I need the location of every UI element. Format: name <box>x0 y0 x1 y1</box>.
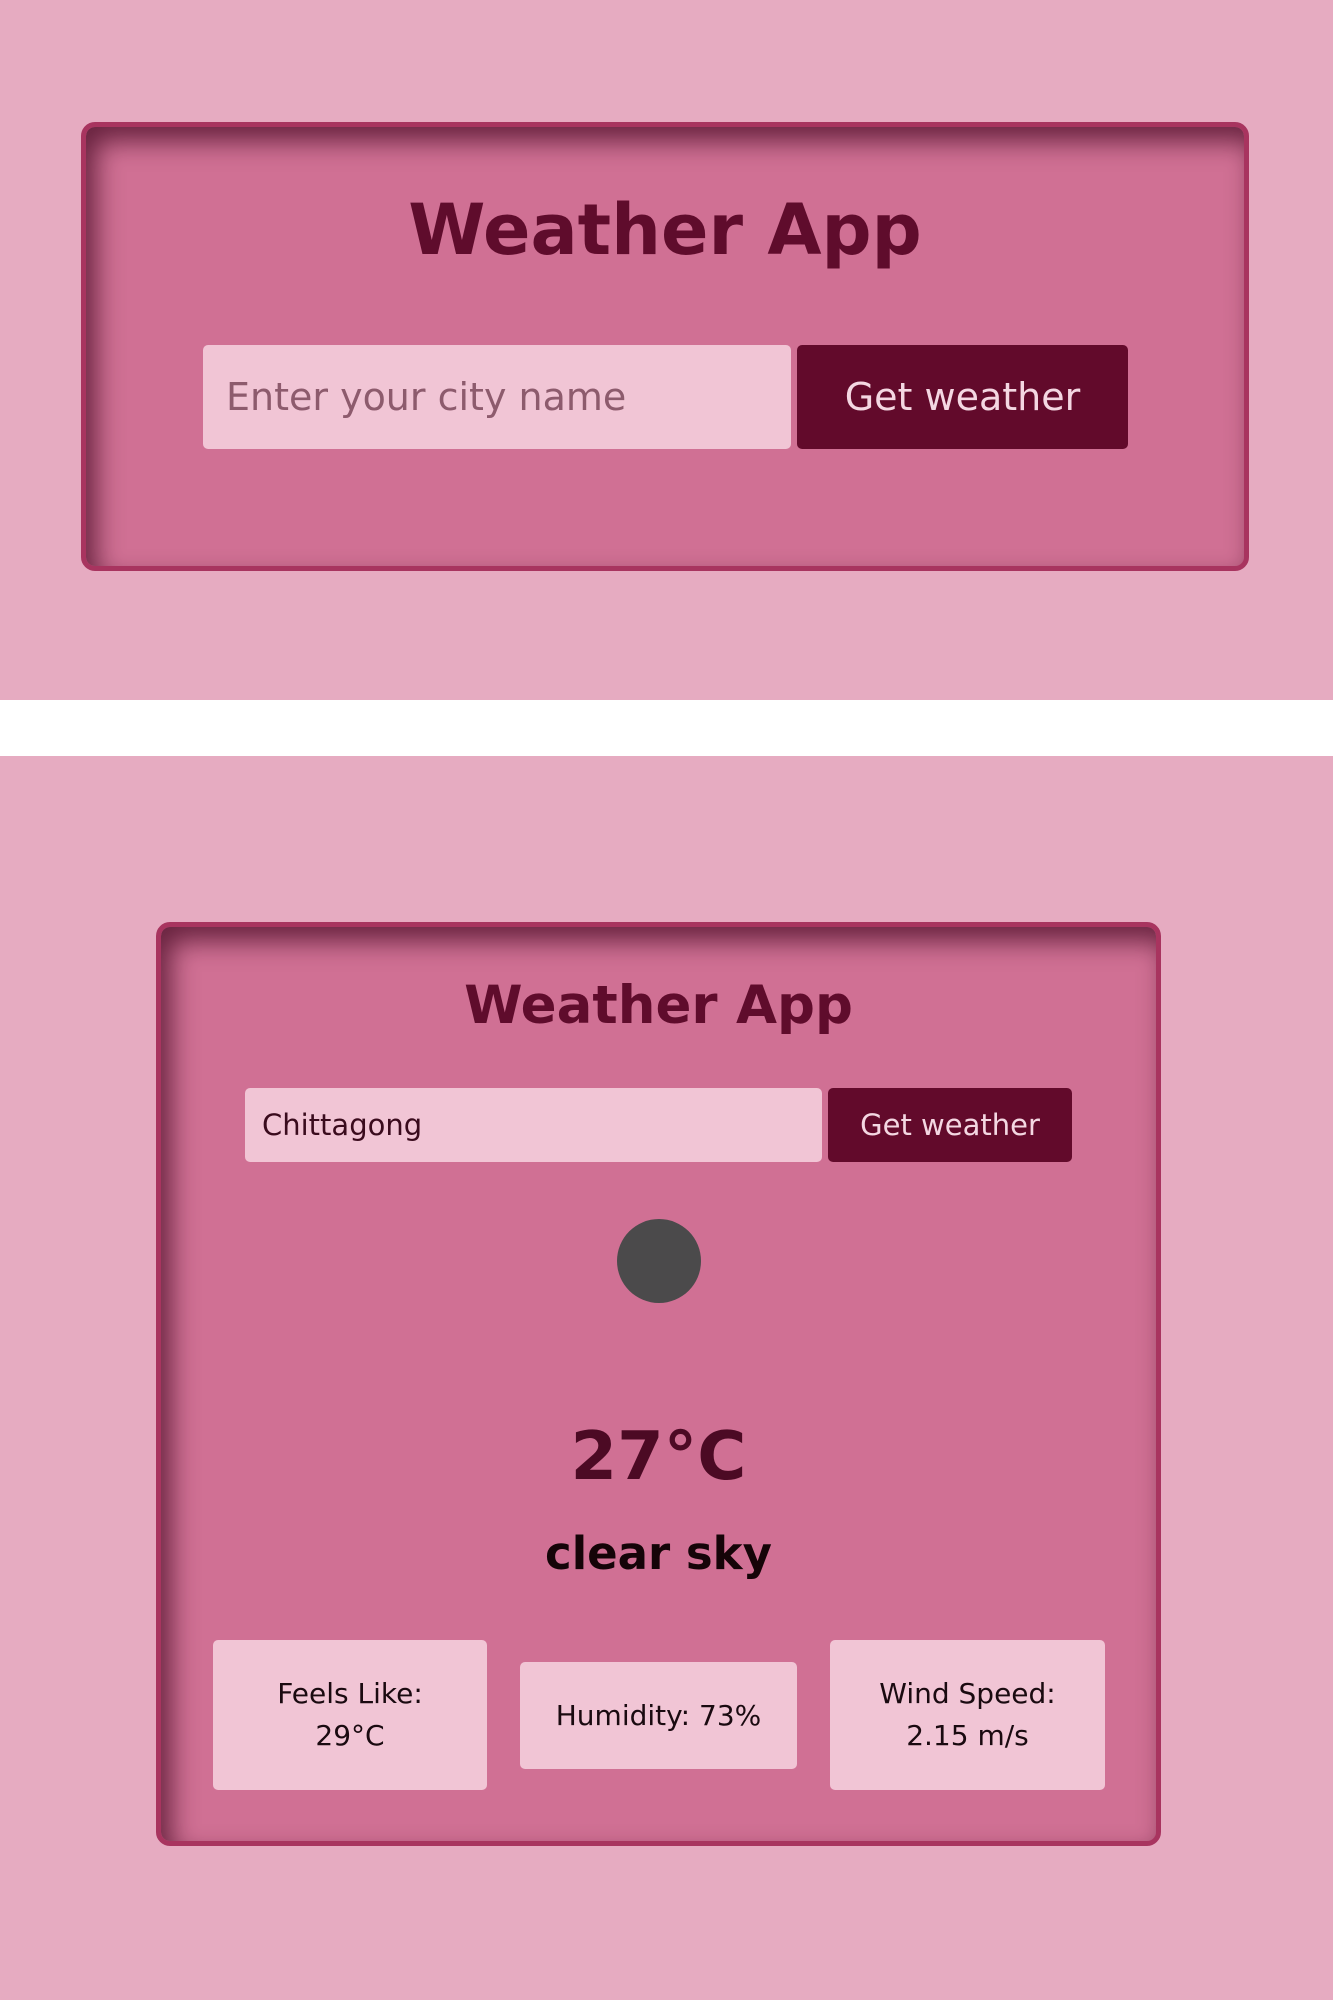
feels-like-value: 29°C <box>315 1719 385 1752</box>
weather-description: clear sky <box>545 1527 772 1580</box>
wind-speed-card: Wind Speed: 2.15 m/s <box>830 1640 1105 1790</box>
wind-speed-label: Wind Speed: <box>879 1677 1056 1710</box>
weather-condition-icon <box>617 1219 701 1303</box>
app-title: Weather App <box>464 975 853 1036</box>
city-search-input[interactable] <box>245 1088 822 1162</box>
temperature-value: 27°C <box>570 1417 747 1495</box>
result-state-screen: Weather App Get weather 27°C clear sky F… <box>0 756 1333 2000</box>
get-weather-button[interactable]: Get weather <box>797 345 1128 449</box>
weather-card: Weather App Get weather 27°C clear sky F… <box>156 922 1161 1846</box>
wind-speed-value: 2.15 m/s <box>906 1719 1029 1752</box>
empty-state-screen: Weather App Get weather <box>0 0 1333 700</box>
humidity-card: Humidity: 73% <box>520 1662 797 1769</box>
get-weather-button[interactable]: Get weather <box>828 1088 1072 1162</box>
app-title: Weather App <box>408 189 922 271</box>
city-search-input[interactable] <box>203 345 791 449</box>
weather-card: Weather App Get weather <box>81 122 1249 571</box>
feels-like-label: Feels Like: <box>277 1677 423 1710</box>
feels-like-card: Feels Like: 29°C <box>213 1640 487 1790</box>
humidity-text: Humidity: 73% <box>555 1698 762 1732</box>
